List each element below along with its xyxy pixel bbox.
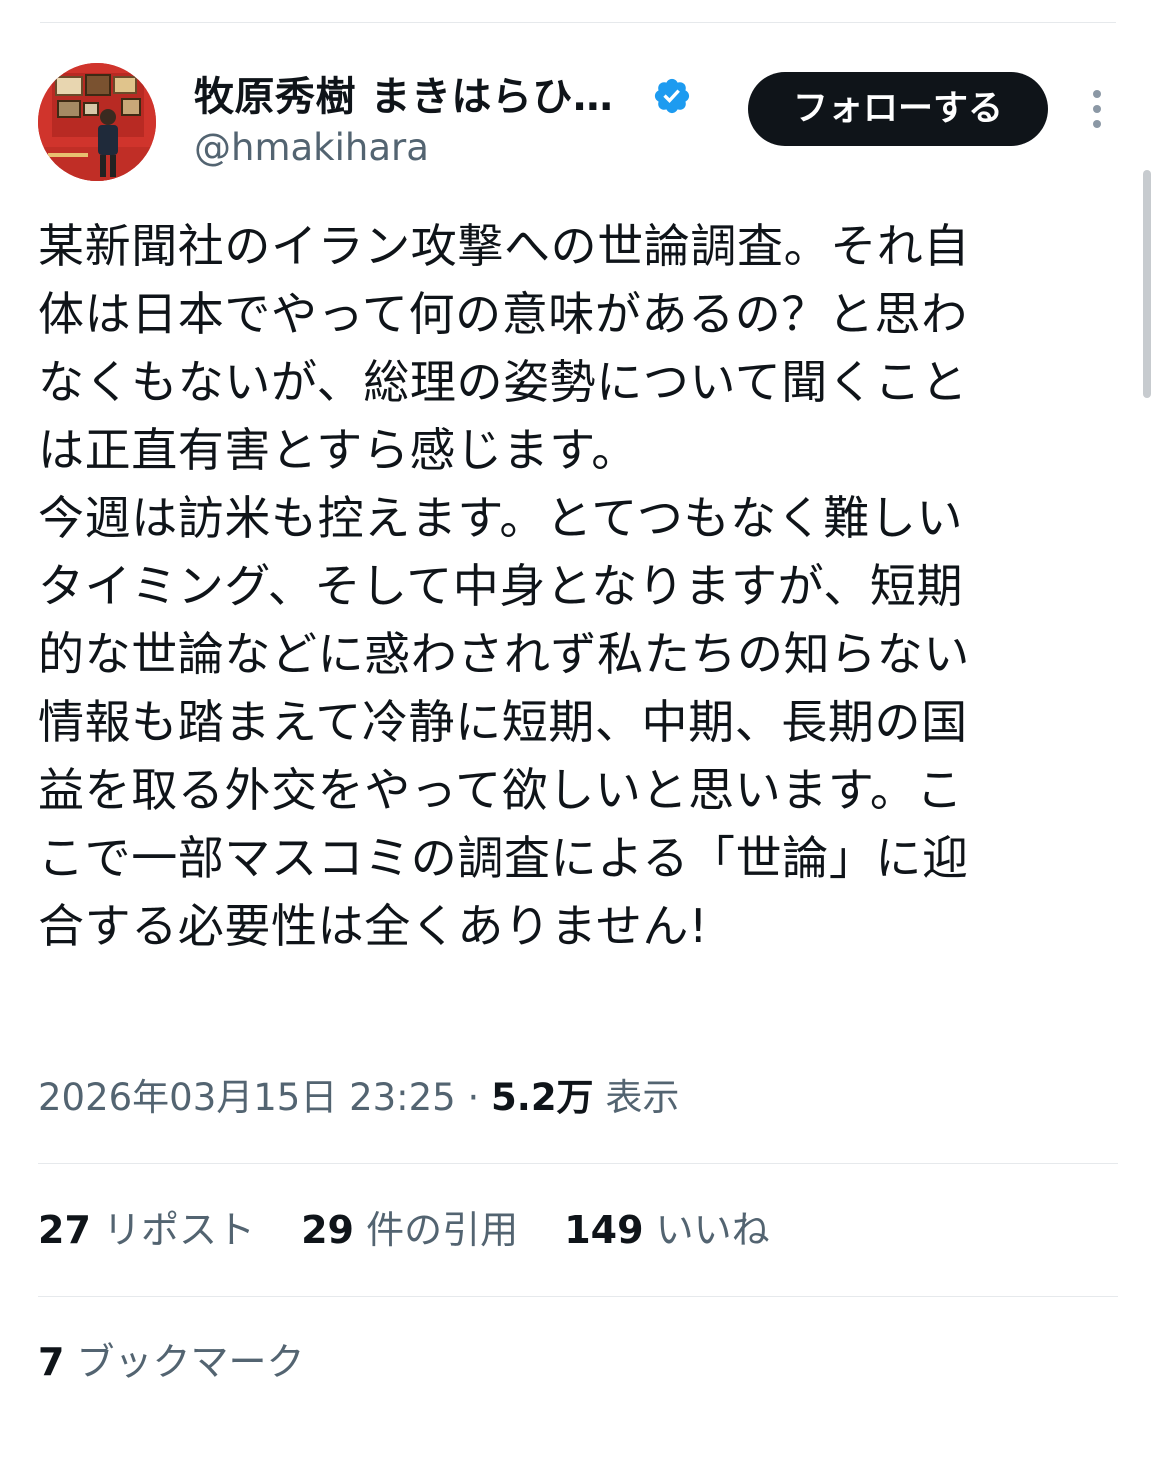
- scrollbar-thumb[interactable]: [1143, 170, 1151, 398]
- more-vertical-icon[interactable]: [1082, 84, 1112, 134]
- meta-separator: ·: [455, 1076, 492, 1119]
- reposts-count: 27: [38, 1208, 91, 1252]
- views-label: 表示: [593, 1076, 680, 1119]
- views-count: 5.2万: [491, 1076, 594, 1119]
- quotes-stat[interactable]: 29 件の引用: [301, 1202, 518, 1258]
- likes-label: いいね: [655, 1208, 770, 1252]
- likes-stat[interactable]: 149 いいね: [564, 1202, 769, 1258]
- verified-badge-icon: [654, 78, 690, 114]
- likes-count: 149: [564, 1208, 644, 1252]
- bookmarks-count: 7: [38, 1340, 65, 1384]
- tweet-meta: 2026年03月15日 23:25 · 5.2万 表示: [38, 1072, 679, 1124]
- divider: [38, 1163, 1118, 1164]
- reposts-stat[interactable]: 27 リポスト: [38, 1202, 255, 1258]
- tweet-text: 某新聞社のイラン攻撃への世論調査。それ自 体は日本でやって何の意味があるの？と思…: [38, 219, 970, 953]
- avatar[interactable]: [38, 63, 156, 181]
- bookmarks-stat[interactable]: 7 ブックマーク: [38, 1334, 305, 1390]
- avatar-image: [38, 63, 156, 181]
- bookmarks-label: ブックマーク: [76, 1340, 305, 1384]
- engagement-stats: 27 リポスト 29 件の引用 149 いいね: [38, 1202, 804, 1258]
- follow-button[interactable]: フォローする: [748, 72, 1048, 146]
- divider: [38, 1296, 1118, 1297]
- author-handle[interactable]: @hmakihara: [194, 125, 429, 171]
- tweet-timestamp[interactable]: 2026年03月15日 23:25: [38, 1076, 456, 1119]
- top-divider: [40, 22, 1116, 23]
- quotes-count: 29: [301, 1208, 354, 1252]
- quotes-label: 件の引用: [366, 1208, 519, 1252]
- reposts-label: リポスト: [102, 1208, 255, 1252]
- author-name[interactable]: 牧原秀樹 まきはらひ…: [194, 72, 613, 122]
